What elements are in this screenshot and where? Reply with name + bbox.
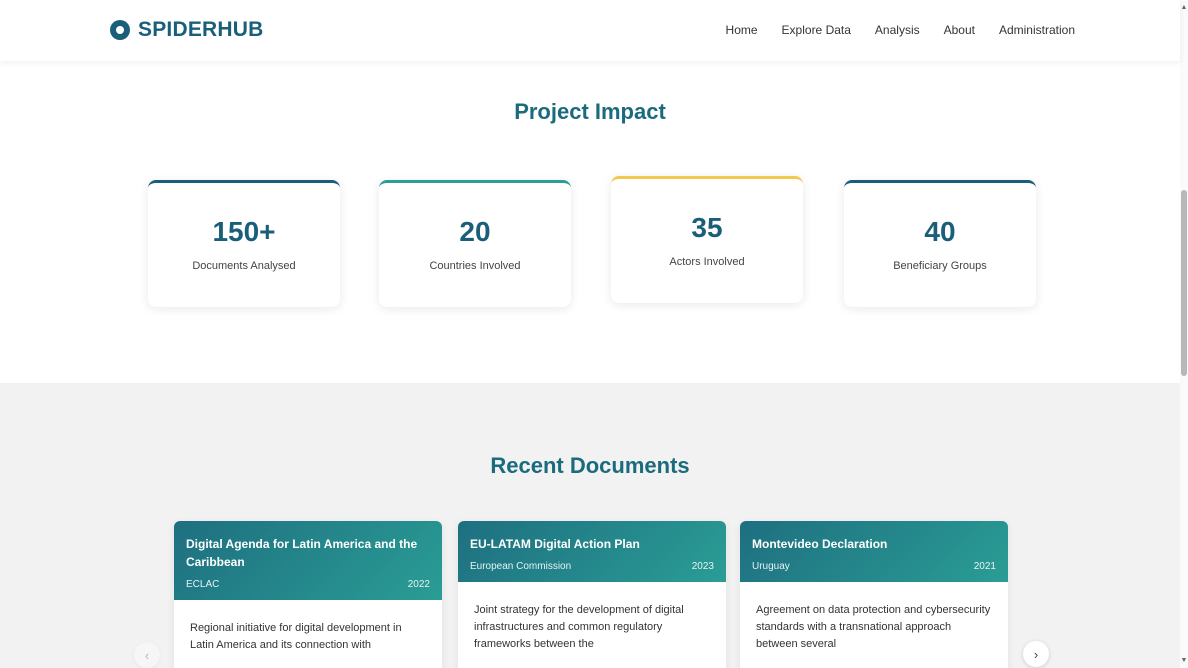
scrollbar-thumb[interactable] xyxy=(1181,190,1187,376)
document-title: EU-LATAM Digital Action Plan xyxy=(470,537,640,551)
document-card[interactable]: Montevideo Declaration Uruguay 2021 Agre… xyxy=(740,521,1008,668)
stat-card-countries: 20 Countries Involved xyxy=(379,180,571,307)
stat-card-actors: 35 Actors Involved xyxy=(611,176,803,303)
nav-administration[interactable]: Administration xyxy=(999,23,1075,37)
stat-label: Beneficiary Groups xyxy=(893,260,987,272)
recent-documents-section: Recent Documents ‹ Digital Agenda for La… xyxy=(0,383,1180,668)
stat-label: Countries Involved xyxy=(429,260,521,272)
stat-value: 20 xyxy=(459,216,491,247)
document-org: ECLAC xyxy=(186,579,220,590)
globe-logo-icon xyxy=(110,20,130,40)
nav-links: Home Explore Data Analysis About Adminis… xyxy=(702,23,1075,37)
document-card[interactable]: EU-LATAM Digital Action Plan European Co… xyxy=(458,521,726,668)
chevron-left-icon: ‹ xyxy=(144,647,150,663)
document-card-header: EU-LATAM Digital Action Plan European Co… xyxy=(458,521,726,582)
document-meta: ECLAC 2022 xyxy=(186,579,430,590)
scroll-up-arrow-icon[interactable]: ▲ xyxy=(1180,4,1188,11)
document-year: 2022 xyxy=(407,579,430,590)
project-impact-section: Project Impact 150+ Documents Analysed 2… xyxy=(0,61,1180,383)
carousel-next-button[interactable]: › xyxy=(1023,641,1049,667)
stat-card-documents: 150+ Documents Analysed xyxy=(148,180,340,307)
document-year: 2023 xyxy=(691,561,714,572)
document-card-header: Digital Agenda for Latin America and the… xyxy=(174,521,442,600)
document-summary: Joint strategy for the development of di… xyxy=(474,604,684,650)
stat-value: 35 xyxy=(691,212,723,243)
document-title: Digital Agenda for Latin America and the… xyxy=(186,537,418,569)
document-summary: Regional initiative for digital developm… xyxy=(190,622,402,651)
document-meta: Uruguay 2021 xyxy=(752,561,996,572)
stat-value: 150+ xyxy=(212,216,276,247)
stat-label: Actors Involved xyxy=(669,256,745,268)
brand-name: SPIDERHUB xyxy=(138,18,264,41)
document-card[interactable]: Digital Agenda for Latin America and the… xyxy=(174,521,442,668)
document-org: European Commission xyxy=(470,561,572,572)
top-navbar: SPIDERHUB Home Explore Data Analysis Abo… xyxy=(0,0,1180,61)
scroll-down-arrow-icon[interactable]: ▼ xyxy=(1180,657,1188,664)
nav-about[interactable]: About xyxy=(944,23,975,37)
stat-value: 40 xyxy=(924,216,956,247)
stat-label: Documents Analysed xyxy=(192,260,296,272)
nav-explore-data[interactable]: Explore Data xyxy=(782,23,851,37)
document-title: Montevideo Declaration xyxy=(752,537,888,551)
page-scrollbar[interactable]: ▲ ▼ xyxy=(1180,0,1188,668)
nav-analysis[interactable]: Analysis xyxy=(875,23,920,37)
document-summary: Agreement on data protection and cyberse… xyxy=(756,604,991,650)
document-org: Uruguay xyxy=(752,561,790,572)
stat-card-beneficiaries: 40 Beneficiary Groups xyxy=(844,180,1036,307)
project-impact-title: Project Impact xyxy=(514,99,666,124)
chevron-right-icon: › xyxy=(1033,646,1039,662)
carousel-prev-button[interactable]: ‹ xyxy=(134,642,160,668)
nav-home[interactable]: Home xyxy=(726,23,758,37)
recent-documents-title: Recent Documents xyxy=(490,453,690,478)
document-year: 2021 xyxy=(973,561,996,572)
document-meta: European Commission 2023 xyxy=(470,561,714,572)
document-card-header: Montevideo Declaration Uruguay 2021 xyxy=(740,521,1008,582)
brand-home-link[interactable]: SPIDERHUB xyxy=(110,18,263,42)
